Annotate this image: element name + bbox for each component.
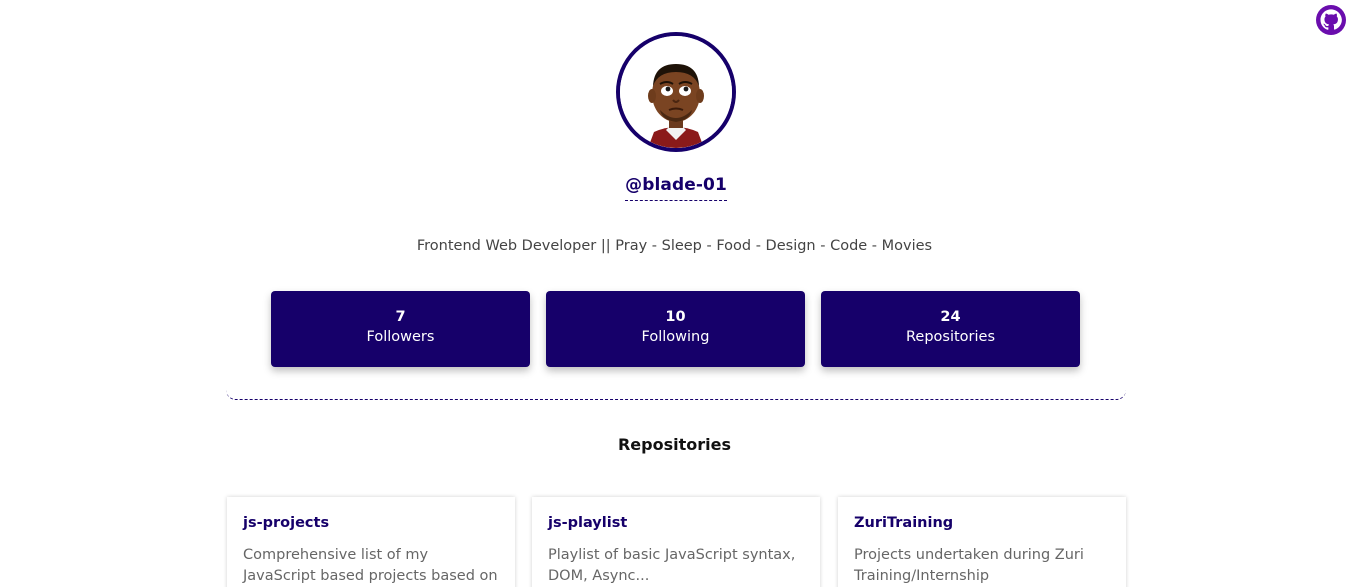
username[interactable]: @blade-01 [625, 175, 727, 201]
followers-label: Followers [366, 329, 435, 345]
avatar-image [620, 36, 732, 148]
username-wrapper: @blade-01 [0, 175, 1349, 201]
repositories-card[interactable]: 24 Repositories [821, 291, 1080, 367]
following-card[interactable]: 10 Following [546, 291, 805, 367]
github-icon [1316, 5, 1346, 35]
repo-description: Comprehensive list of my JavaScript base… [243, 547, 498, 584]
repositories-heading: Repositories [617, 435, 731, 454]
repo-card[interactable]: js-playlist Playlist of basic JavaScript… [532, 497, 820, 587]
repo-description: Projects undertaken during Zuri Training… [854, 547, 1084, 584]
stats-row: 7 Followers 10 Following 24 Repositories [271, 291, 1080, 367]
avatar [616, 32, 736, 152]
repo-card[interactable]: ZuriTraining Projects undertaken during … [838, 497, 1126, 587]
section-divider [226, 382, 1126, 400]
repo-card[interactable]: js-projects Comprehensive list of my Jav… [227, 497, 515, 587]
repo-description: Playlist of basic JavaScript syntax, DOM… [548, 547, 796, 584]
repo-name-link[interactable]: js-projects [243, 515, 499, 531]
following-count: 10 [665, 309, 686, 325]
followers-card[interactable]: 7 Followers [271, 291, 530, 367]
github-link[interactable] [1316, 5, 1346, 35]
repo-name-link[interactable]: ZuriTraining [854, 515, 1110, 531]
following-label: Following [641, 329, 710, 345]
repo-name-link[interactable]: js-playlist [548, 515, 804, 531]
bio: Frontend Web Developer || Pray - Sleep -… [416, 238, 933, 254]
repositories-label: Repositories [905, 329, 996, 345]
followers-count: 7 [395, 309, 406, 325]
repositories-count: 24 [940, 309, 961, 325]
